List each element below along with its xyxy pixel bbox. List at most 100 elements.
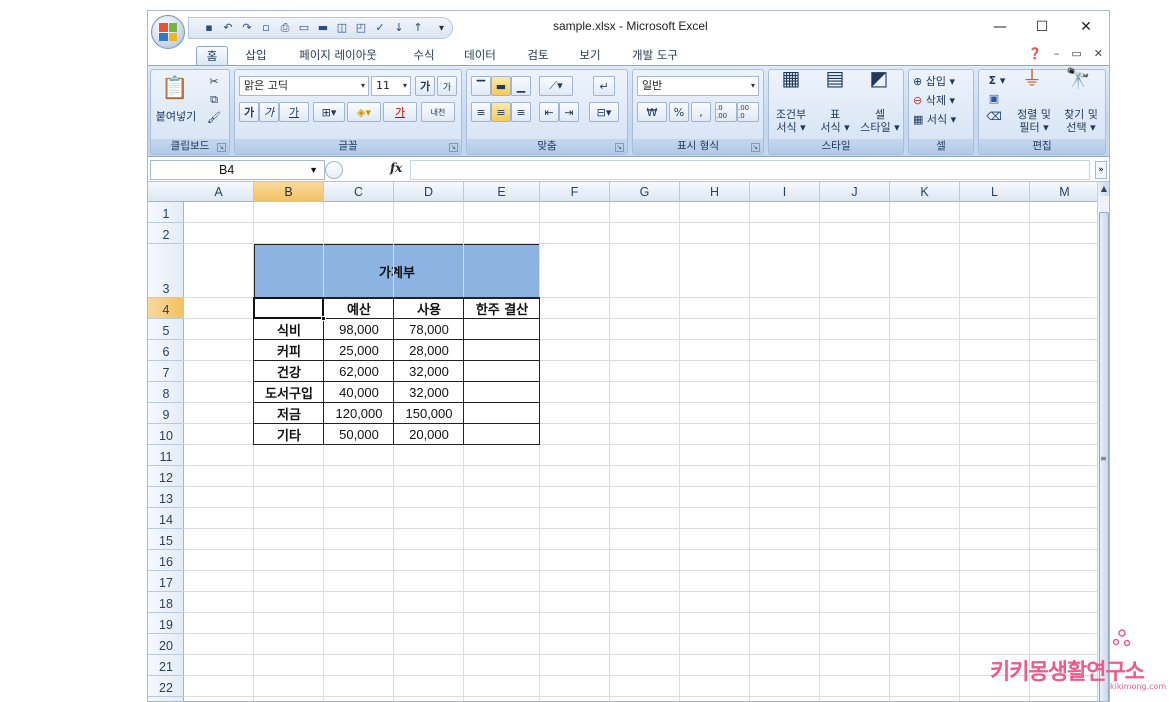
cell-styles-icon[interactable]: ◩ bbox=[867, 68, 891, 100]
item-cell[interactable]: 커피 bbox=[254, 340, 324, 361]
minimize-button[interactable]: — bbox=[988, 17, 1012, 37]
used-cell[interactable]: 78,000 bbox=[394, 319, 464, 340]
row-header-20[interactable]: 20 bbox=[148, 634, 184, 655]
insert-function-icon[interactable]: fx bbox=[390, 161, 402, 175]
row-header-7[interactable]: 7 bbox=[148, 361, 184, 382]
column-header-m[interactable]: M bbox=[1030, 182, 1097, 202]
row-header-17[interactable]: 17 bbox=[148, 571, 184, 592]
fill-handle[interactable] bbox=[321, 316, 326, 321]
shrink-font-button[interactable]: 가 bbox=[437, 76, 457, 96]
decrease-decimal-button[interactable]: .00 .0 bbox=[737, 102, 759, 122]
result-cell[interactable] bbox=[464, 403, 540, 424]
item-cell[interactable]: 기타 bbox=[254, 424, 324, 445]
row-header-10[interactable]: 10 bbox=[148, 424, 184, 445]
column-header-c[interactable]: C bbox=[324, 182, 394, 202]
format-painter-icon[interactable]: 🖌 bbox=[207, 111, 221, 124]
format-table-button[interactable]: 표 서식 ▾ bbox=[813, 108, 857, 134]
row-header-13[interactable]: 13 bbox=[148, 487, 184, 508]
undo-icon[interactable]: ↶ bbox=[220, 20, 236, 36]
number-format-combo[interactable]: 일반 ▾ bbox=[637, 76, 759, 96]
ribbon-close-icon[interactable]: ✕ bbox=[1094, 47, 1103, 60]
clear-icon[interactable]: ⌫ bbox=[985, 110, 1003, 123]
row-header-1[interactable]: 1 bbox=[148, 202, 184, 223]
font-size-combo[interactable]: 11 ▾ bbox=[371, 76, 411, 96]
row-header-21[interactable]: 21 bbox=[148, 655, 184, 676]
budget-cell[interactable]: 40,000 bbox=[324, 382, 394, 403]
scroll-up-icon[interactable]: ▲ bbox=[1098, 182, 1109, 196]
open-icon[interactable]: ▭ bbox=[296, 20, 312, 36]
result-cell[interactable] bbox=[464, 319, 540, 340]
row-header-8[interactable]: 8 bbox=[148, 382, 184, 403]
tab-formulas[interactable]: 수식 bbox=[404, 46, 444, 65]
row-header-12[interactable]: 12 bbox=[148, 466, 184, 487]
format-cells-button[interactable]: ▦ 서식 ▾ bbox=[913, 113, 973, 126]
budget-cell[interactable]: 25,000 bbox=[324, 340, 394, 361]
italic-button[interactable]: 가 bbox=[259, 102, 279, 122]
item-cell[interactable]: 저금 bbox=[254, 403, 324, 424]
increase-decimal-button[interactable]: .0 .00 bbox=[715, 102, 737, 122]
column-header-j[interactable]: J bbox=[820, 182, 890, 202]
redo-icon[interactable]: ↷ bbox=[239, 20, 255, 36]
column-header-a[interactable]: A bbox=[184, 182, 254, 202]
cells-area[interactable]: 가계부 예산 사용 한주 결산 식비 98,000 78,000 커피 25,000 28,00… bbox=[184, 202, 1097, 701]
ribbon-minimize-icon[interactable]: – bbox=[1054, 47, 1060, 60]
column-header-f[interactable]: F bbox=[540, 182, 610, 202]
column-header-i[interactable]: I bbox=[750, 182, 820, 202]
align-bottom-icon[interactable]: ▁ bbox=[511, 76, 531, 96]
row-header-3[interactable]: 3 bbox=[148, 244, 184, 298]
find-select-button[interactable]: 찾기 및 선택 ▾ bbox=[1057, 108, 1105, 134]
merge-center-icon[interactable]: ⊟▾ bbox=[589, 102, 619, 122]
column-header-e[interactable]: E bbox=[464, 182, 540, 202]
print-preview-icon[interactable]: ◫ bbox=[334, 20, 350, 36]
sort-desc-icon[interactable]: ↑ bbox=[410, 20, 426, 36]
used-cell[interactable]: 32,000 bbox=[394, 361, 464, 382]
tab-review[interactable]: 검토 bbox=[518, 46, 558, 65]
formula-expand-button[interactable] bbox=[325, 161, 343, 179]
font-name-combo[interactable]: 맑은 고딕 ▾ bbox=[239, 76, 369, 96]
formula-input[interactable] bbox=[410, 160, 1090, 180]
result-cell[interactable] bbox=[464, 424, 540, 445]
expand-formula-bar-icon[interactable]: » bbox=[1095, 161, 1107, 179]
row-header-19[interactable]: 19 bbox=[148, 613, 184, 634]
row-header-2[interactable]: 2 bbox=[148, 223, 184, 244]
budget-cell[interactable]: 120,000 bbox=[324, 403, 394, 424]
qat-more-icon[interactable]: ▾ bbox=[439, 23, 444, 34]
column-header-g[interactable]: G bbox=[610, 182, 680, 202]
spelling-icon[interactable]: ✓ bbox=[372, 20, 388, 36]
orientation-icon[interactable]: ⟋▾ bbox=[539, 76, 573, 96]
result-cell[interactable] bbox=[464, 361, 540, 382]
grow-font-button[interactable]: 가 bbox=[415, 76, 435, 96]
row-header-5[interactable]: 5 bbox=[148, 319, 184, 340]
fill-icon[interactable]: ▣ bbox=[985, 92, 1003, 105]
close-button[interactable]: ✕ bbox=[1074, 17, 1098, 37]
font-color-button[interactable]: 가 bbox=[383, 102, 417, 122]
vertical-scrollbar[interactable]: ▲ ≡ bbox=[1097, 182, 1109, 701]
borders-icon[interactable]: ⊞▾ bbox=[313, 102, 345, 122]
budget-cell[interactable]: 50,000 bbox=[324, 424, 394, 445]
align-top-icon[interactable]: ▔ bbox=[471, 76, 491, 96]
align-middle-icon[interactable]: ▬ bbox=[491, 76, 511, 96]
row-header-4[interactable]: 4 bbox=[148, 298, 184, 319]
row-header-15[interactable]: 15 bbox=[148, 529, 184, 550]
align-center-icon[interactable]: ≡ bbox=[491, 102, 511, 122]
sheet-title-cell[interactable]: 가계부 bbox=[254, 244, 540, 299]
tab-view[interactable]: 보기 bbox=[570, 46, 610, 65]
maximize-button[interactable]: ☐ bbox=[1030, 17, 1054, 37]
delete-cells-button[interactable]: ⊖ 삭제 ▾ bbox=[913, 94, 973, 107]
name-box[interactable]: B4 ▼ bbox=[150, 160, 325, 180]
sort-filter-icon[interactable]: ⏚ bbox=[1019, 68, 1045, 88]
tab-home[interactable]: 홈 bbox=[196, 46, 228, 65]
ribbon-restore-icon[interactable]: ▭ bbox=[1071, 47, 1081, 60]
phonetic-button[interactable]: 내천 bbox=[421, 102, 455, 122]
help-icon[interactable]: ❓ bbox=[1028, 47, 1042, 60]
used-cell[interactable]: 28,000 bbox=[394, 340, 464, 361]
item-cell[interactable]: 도서구입 bbox=[254, 382, 324, 403]
row-header-11[interactable]: 11 bbox=[148, 445, 184, 466]
cell-styles-button[interactable]: 셀 스타일 ▾ bbox=[857, 108, 903, 134]
row-header-14[interactable]: 14 bbox=[148, 508, 184, 529]
used-cell[interactable]: 150,000 bbox=[394, 403, 464, 424]
print-icon[interactable]: ⎙ bbox=[277, 20, 293, 36]
save-icon[interactable]: ▪ bbox=[201, 20, 217, 36]
column-header-l[interactable]: L bbox=[960, 182, 1030, 202]
comma-button[interactable]: , bbox=[691, 102, 711, 122]
